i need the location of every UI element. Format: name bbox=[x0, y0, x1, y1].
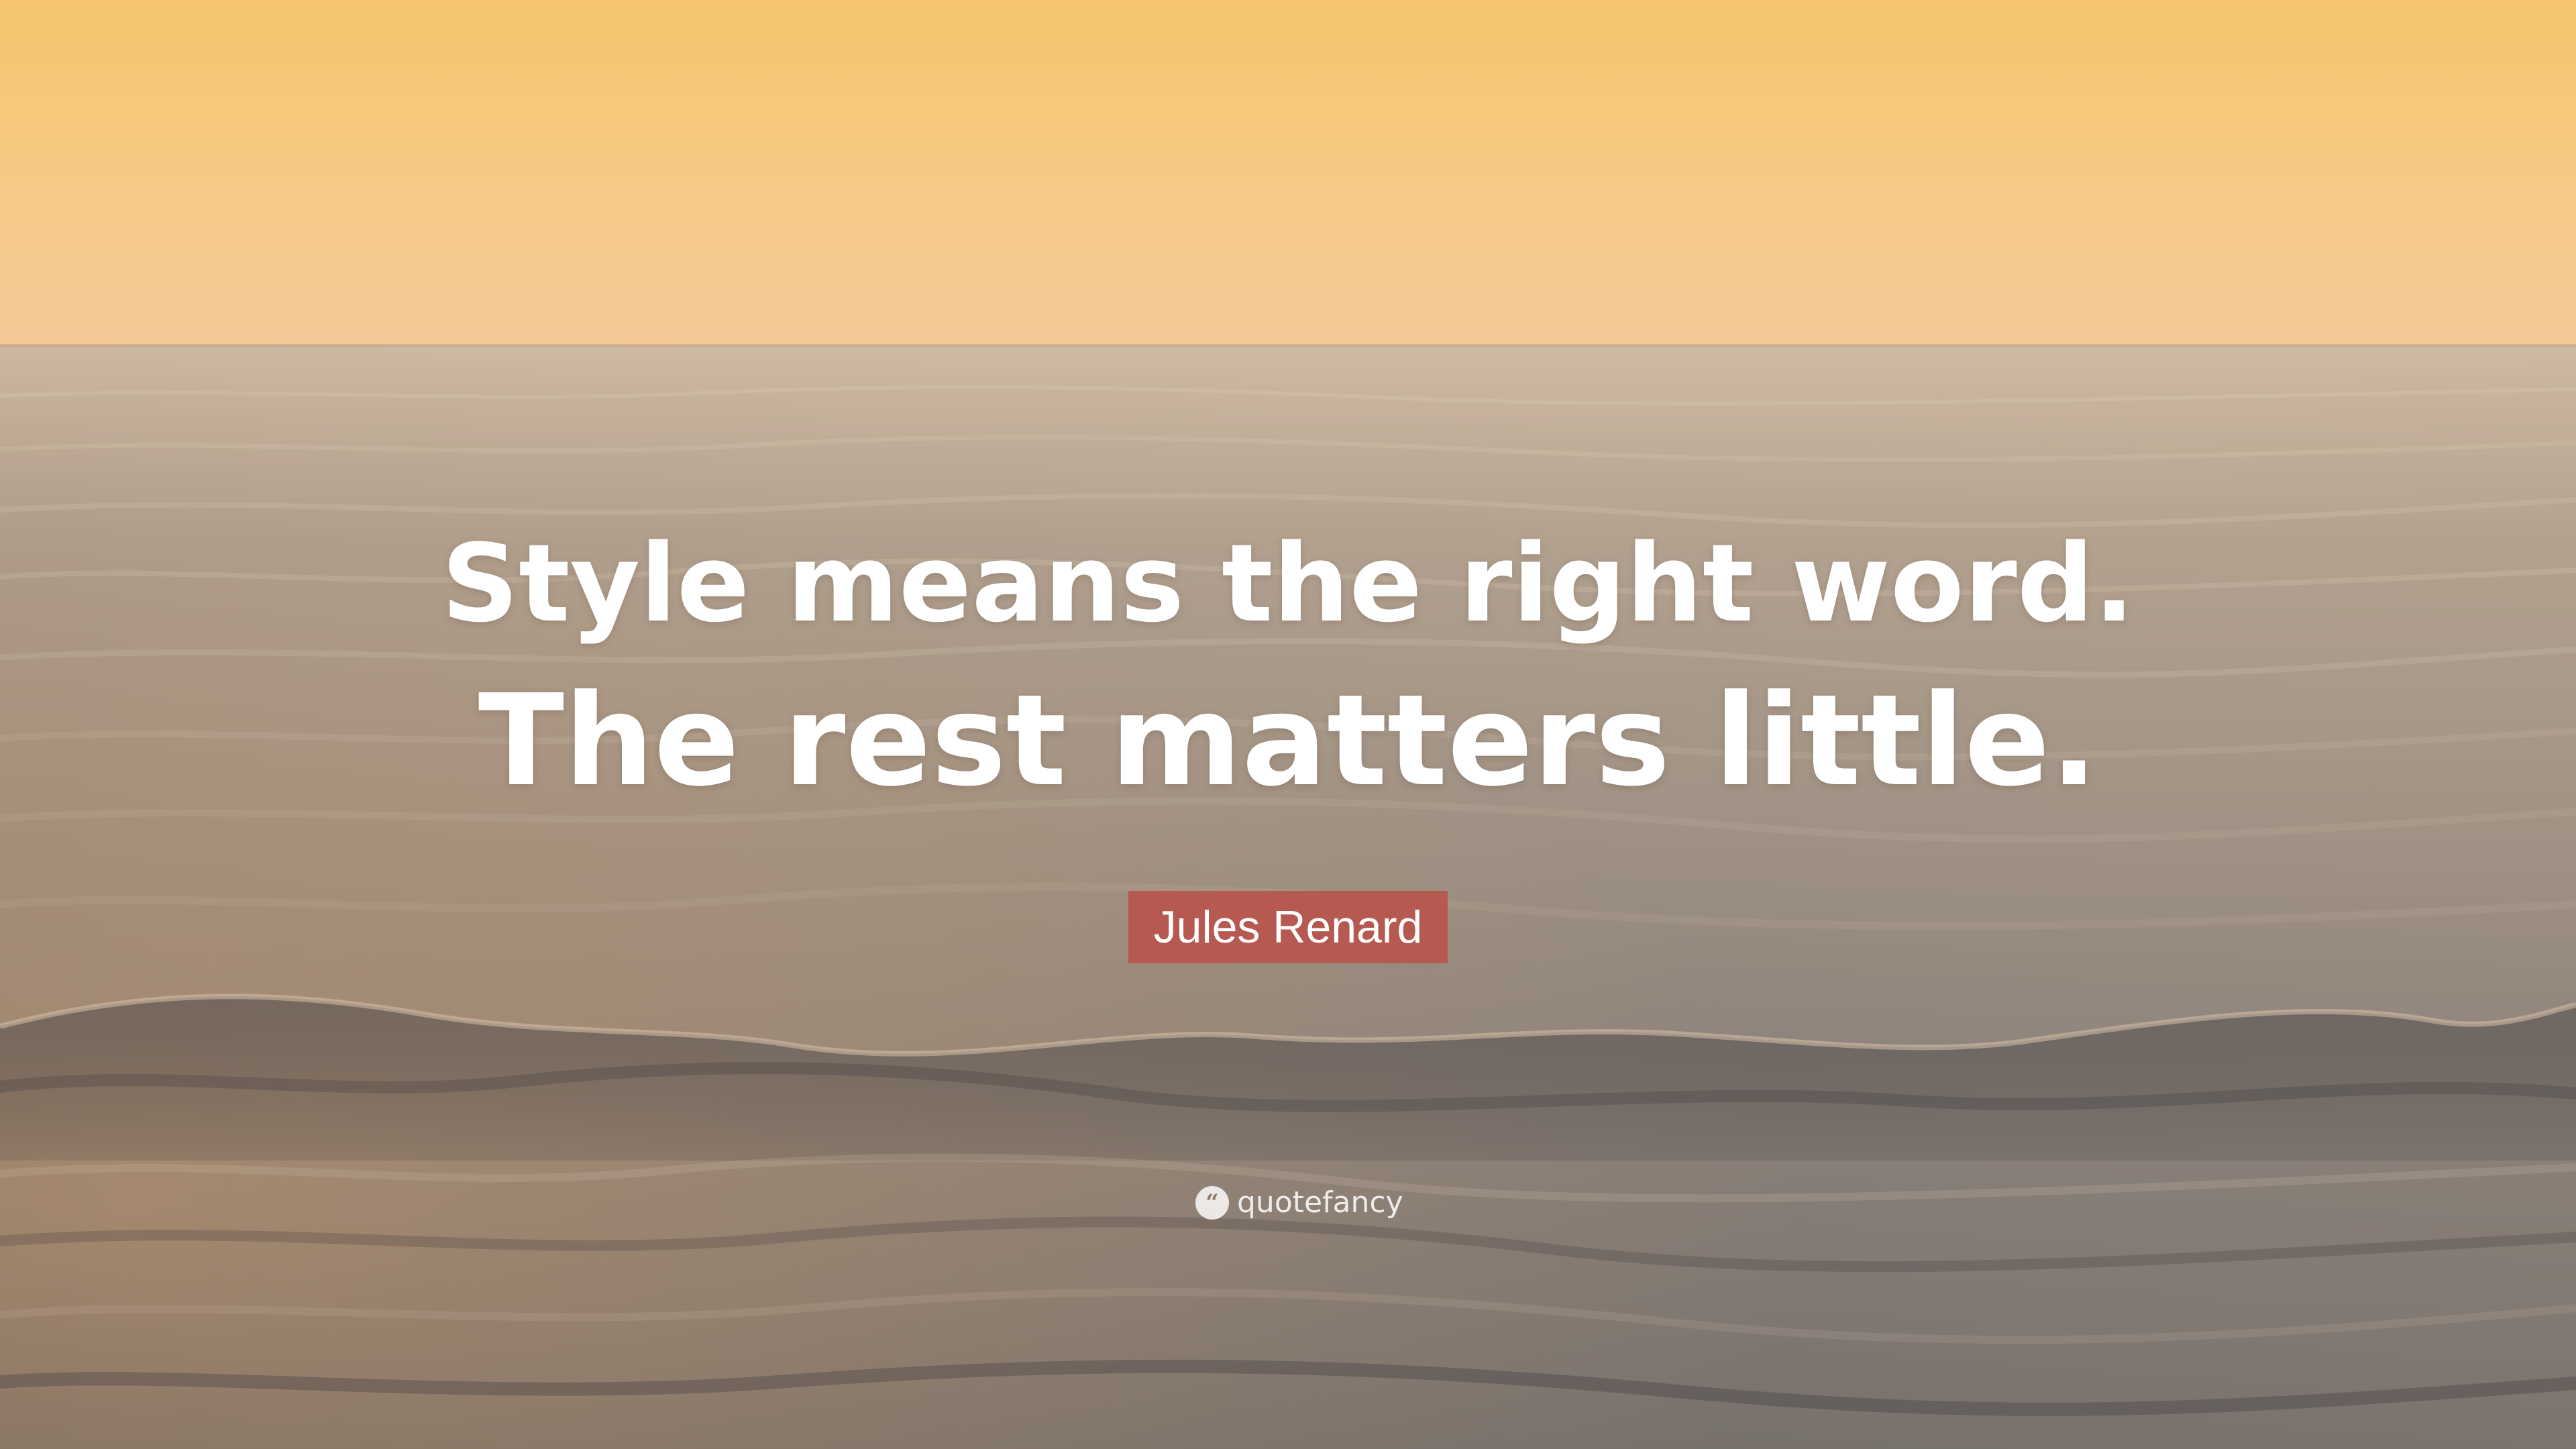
quote-icon: “ bbox=[1195, 1186, 1229, 1220]
quote-line-1: Style means the right word. bbox=[441, 521, 2135, 646]
quote-text: Style means the right word. The rest mat… bbox=[0, 510, 2576, 825]
sky bbox=[0, 0, 2576, 345]
quotefancy-logo: “ quotefancy bbox=[1195, 1183, 1403, 1222]
author-badge: Jules Renard bbox=[1128, 891, 1448, 963]
brand-name: quotefancy bbox=[1237, 1185, 1403, 1220]
quote-wallpaper: Style means the right word. The rest mat… bbox=[0, 0, 2576, 1449]
quote-line-2: The rest matters little. bbox=[478, 667, 2098, 814]
